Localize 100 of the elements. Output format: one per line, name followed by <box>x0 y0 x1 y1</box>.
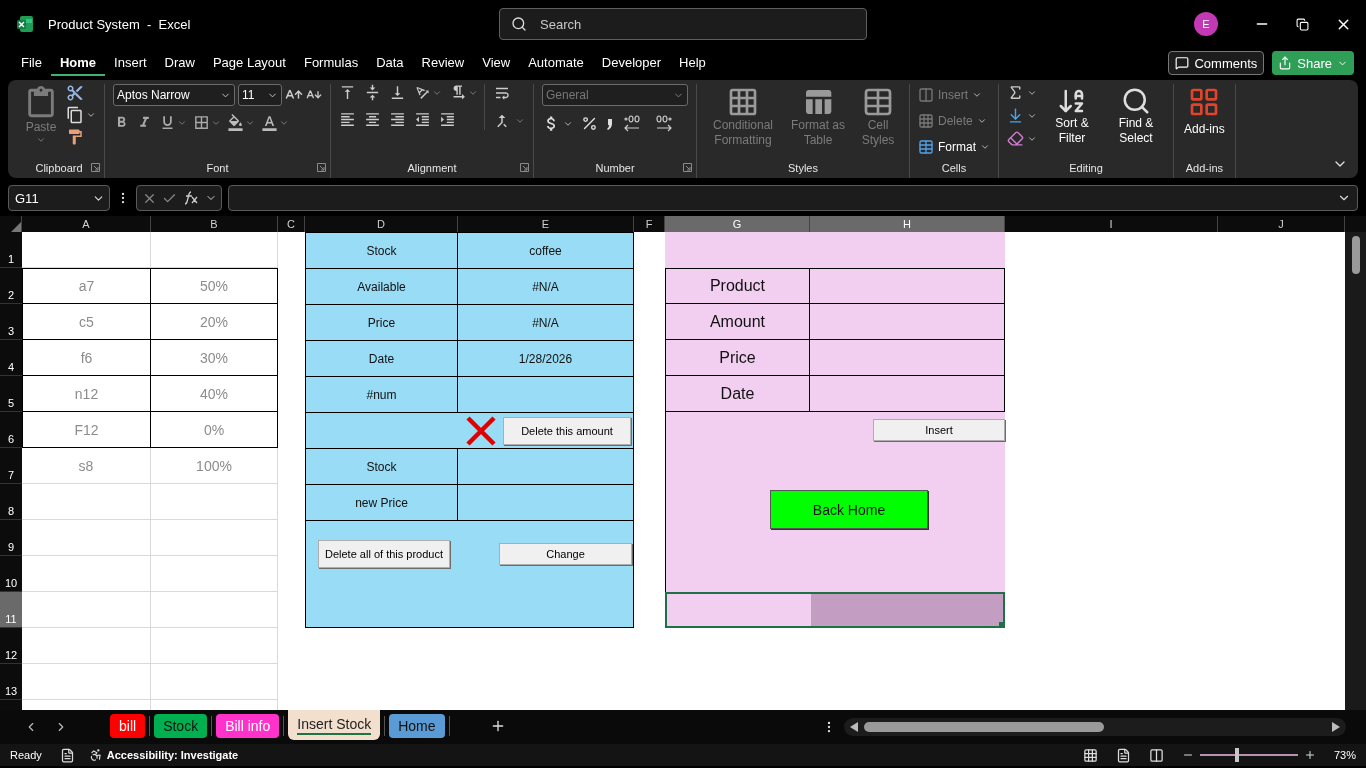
empty-cell[interactable] <box>810 304 1005 340</box>
scrollbar[interactable] <box>1345 232 1366 710</box>
font-name-dropdown[interactable]: Aptos Narrow <box>113 84 235 106</box>
comma-style-icon[interactable] <box>606 116 614 131</box>
fill-down-icon[interactable] <box>1007 107 1024 124</box>
menu-tab[interactable]: Help <box>670 50 715 76</box>
menu-tab[interactable]: Page Layout <box>203 50 295 76</box>
empty-cell[interactable] <box>810 268 1005 304</box>
borders-icon[interactable] <box>193 114 210 131</box>
menu-tab[interactable]: Review <box>412 50 474 76</box>
eraser-icon[interactable] <box>1007 130 1024 147</box>
comments-button[interactable]: Comments <box>1168 51 1265 75</box>
format-painter-icon[interactable] <box>66 128 84 146</box>
menu-tab[interactable]: Automate <box>519 50 593 76</box>
page-layout-icon[interactable] <box>1115 747 1131 763</box>
normal-view-icon[interactable] <box>1082 747 1098 763</box>
share-icon <box>1278 56 1293 70</box>
formula-field[interactable] <box>228 185 1358 211</box>
group-label: Editing <box>1069 162 1103 174</box>
dialog-launcher-icon[interactable] <box>317 163 326 172</box>
sheet-tab[interactable]: Insert Stock <box>288 710 381 740</box>
group-label: Alignment <box>407 162 457 174</box>
menu-tab[interactable]: Developer <box>592 50 671 76</box>
change-button[interactable]: Change <box>499 543 632 565</box>
zoom-in-icon[interactable] <box>1303 749 1316 761</box>
name-box[interactable]: G11 <box>8 185 110 211</box>
caret-icon[interactable] <box>515 116 525 126</box>
insert-button[interactable]: Insert <box>873 419 1005 441</box>
menu-tab[interactable]: Insert <box>105 50 156 76</box>
status-text: Ready <box>10 749 42 761</box>
cells-button[interactable]: Format <box>918 136 990 158</box>
label-cell: new Price <box>306 485 458 521</box>
menu-tab[interactable]: Formulas <box>294 50 368 76</box>
editing-button[interactable]: Sort & Filter <box>1043 84 1101 148</box>
search-icon <box>1121 86 1151 116</box>
copy-icon[interactable] <box>66 106 84 124</box>
sheet-tab[interactable]: Home <box>389 714 445 738</box>
column-header[interactable]: H <box>810 216 1005 232</box>
table-cell: 0% <box>151 412 278 448</box>
table-cell: 50% <box>151 268 278 304</box>
column-header[interactable]: G <box>665 216 810 232</box>
slider-thumb[interactable] <box>1235 748 1240 762</box>
scroll-left-icon[interactable] <box>850 722 858 732</box>
scrollbar[interactable] <box>844 718 1346 736</box>
align-right-icon[interactable] <box>389 111 406 128</box>
back-home-button[interactable]: Back Home <box>770 490 928 529</box>
menu-tab[interactable]: View <box>473 50 520 76</box>
align-middle-icon[interactable] <box>364 84 381 101</box>
table-cell: 20% <box>151 304 278 340</box>
value-cell: coffee <box>458 233 633 269</box>
align-center-icon[interactable] <box>364 111 381 128</box>
label-cell: Stock <box>306 233 458 269</box>
dialog-launcher-icon[interactable] <box>520 163 529 172</box>
page-break-icon[interactable] <box>1148 747 1164 763</box>
percent-icon[interactable] <box>581 115 598 132</box>
label-cell: #num <box>306 377 458 413</box>
dialog-launcher-icon[interactable] <box>91 163 100 172</box>
align-left-icon[interactable] <box>339 111 356 128</box>
menu-tab[interactable]: Draw <box>155 50 204 76</box>
search-field[interactable]: Search <box>499 8 867 40</box>
decrease-indent-icon[interactable] <box>414 111 431 128</box>
align-bottom-icon[interactable] <box>389 84 406 101</box>
menu-tab[interactable]: File <box>12 50 51 76</box>
sheet-tab[interactable]: bill <box>110 714 146 738</box>
group-label: Clipboard <box>35 162 83 174</box>
table-cell: F12 <box>22 412 151 448</box>
fill-color-icon[interactable] <box>227 114 244 131</box>
value-cell: #N/A <box>458 305 633 341</box>
app-logo <box>16 15 34 33</box>
zoom-level[interactable]: 73% <box>1333 749 1356 761</box>
editing-button[interactable]: Find & Select <box>1107 84 1165 148</box>
restore-icon[interactable] <box>1296 17 1309 31</box>
add-ins-button[interactable]: Add-ins <box>1182 84 1227 139</box>
align-top-icon[interactable] <box>339 84 356 101</box>
empty-cell[interactable] <box>810 376 1005 412</box>
table-cell: f6 <box>22 340 151 376</box>
row-header[interactable]: 11 <box>0 592 22 628</box>
delete-product-button[interactable]: Delete all of this product <box>318 540 450 568</box>
value-cell: #N/A <box>458 269 633 305</box>
caret-icon[interactable] <box>86 110 96 120</box>
font-color-icon[interactable] <box>261 114 278 131</box>
accessibility-icon[interactable] <box>88 748 103 762</box>
label-cell: Date <box>665 376 810 412</box>
label-cell: Date <box>306 341 458 377</box>
font-size-dropdown[interactable]: 11 <box>238 84 282 106</box>
orientation-icon[interactable] <box>414 84 431 101</box>
menu-tab[interactable]: Home <box>50 50 106 76</box>
group-label: Add-ins <box>1185 162 1223 174</box>
cut-icon[interactable] <box>66 84 84 102</box>
dialog-launcher-icon[interactable] <box>683 163 692 172</box>
sheet-tab[interactable]: Stock <box>154 714 208 738</box>
accessibility-status[interactable]: Accessibility: Investigate <box>106 749 239 761</box>
group-label: Number <box>595 162 635 174</box>
avatar[interactable]: E <box>1194 12 1218 36</box>
empty-cell[interactable] <box>810 340 1005 376</box>
delete-amount-button[interactable]: Delete this amount <box>503 416 631 445</box>
table-cell: 40% <box>151 376 278 412</box>
increase-indent-icon[interactable] <box>439 111 456 128</box>
scroll-right-icon[interactable] <box>1332 722 1340 732</box>
menu-tab[interactable]: Data <box>367 50 413 76</box>
